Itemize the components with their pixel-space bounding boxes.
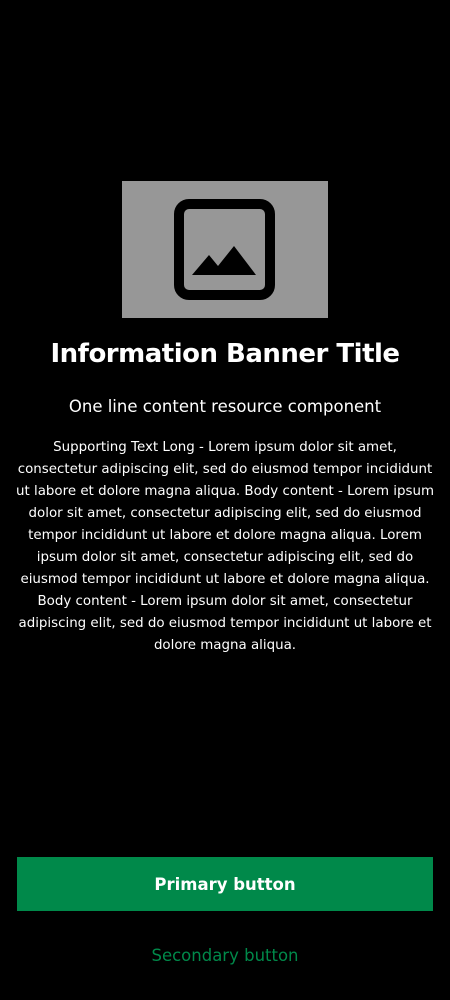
- secondary-button[interactable]: Secondary button: [100, 938, 350, 972]
- image-placeholder-icon: [174, 199, 275, 300]
- primary-button-label: Primary button: [154, 874, 296, 894]
- banner-image: [122, 181, 328, 318]
- banner-body-text: Supporting Text Long - Lorem ipsum dolor…: [16, 440, 434, 653]
- secondary-button-label: Secondary button: [151, 945, 299, 965]
- primary-button[interactable]: Primary button: [17, 857, 433, 911]
- banner-subtitle: One line content resource component: [68, 397, 382, 416]
- banner-title: Information Banner Title: [50, 339, 400, 369]
